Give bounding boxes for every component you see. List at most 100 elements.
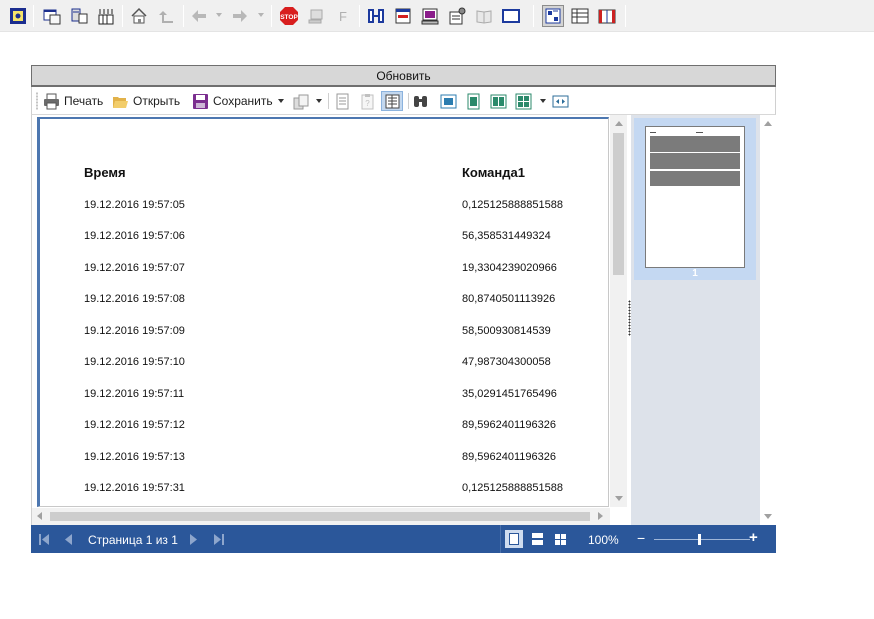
toolbar-separator [408,93,409,109]
scroll-down-icon[interactable] [615,496,623,501]
select-item-icon[interactable] [542,5,564,27]
full-screen-button[interactable] [552,91,569,111]
report-page: Время Команда1 19.12.2016 19:57:05 0,125… [37,117,609,507]
first-page-icon[interactable] [39,534,50,548]
export-dropdown-icon[interactable] [316,99,322,103]
save-label: Сохранить [213,94,273,108]
monitor-icon[interactable] [420,6,440,26]
report-book-icon[interactable] [597,6,617,26]
refresh-button[interactable]: Обновить [31,65,776,87]
book-icon[interactable] [474,6,494,26]
thumbnail-page-preview [645,126,745,268]
properties-icon[interactable] [447,6,467,26]
main-toolbar: STOP F [0,0,874,32]
report-page-area[interactable]: Время Команда1 19.12.2016 19:57:05 0,125… [31,115,628,525]
parameters-button[interactable]: ? [359,91,376,111]
scroll-up-icon[interactable] [615,121,623,126]
horizontal-scroll-thumb[interactable] [50,512,590,521]
print-label: Печать [64,94,104,108]
stop-icon[interactable]: STOP [279,6,299,26]
zoom-slider-track[interactable] [654,539,750,540]
column-header-command1: Команда1 [462,165,525,180]
value-cell: 35,0291451765496 [462,388,557,400]
scroll-right-icon[interactable] [598,512,603,520]
save-disk-icon [192,93,209,110]
continuous-view-button[interactable] [528,530,546,548]
clipboard-icon: ? [359,93,376,110]
function-icon[interactable]: F [333,6,353,26]
horizontal-scrollbar[interactable] [32,508,610,525]
value-cell: 58,500930814539 [462,325,551,337]
find-button[interactable] [412,91,429,111]
open-button[interactable]: Открыть [112,91,180,111]
document-icon [334,93,351,110]
thumbnail-scrollbar[interactable] [760,115,776,525]
status-separator [500,525,501,553]
single-page-button[interactable] [465,91,482,111]
binoculars-icon [412,93,429,110]
value-cell: 80,8740501113926 [462,293,556,305]
toolbar-separator [183,5,184,27]
toolbar-separator [328,93,329,109]
thumb-scroll-down-icon[interactable] [764,514,772,519]
page-view-dropdown-icon[interactable] [540,99,546,103]
view-report-icon[interactable] [8,6,28,26]
single-page-view-button[interactable] [505,530,523,548]
forward-icon[interactable] [230,6,250,26]
open-label: Открыть [133,94,181,108]
toolbar-separator [33,5,34,27]
zoom-in-button[interactable]: + [749,529,758,546]
toolbar-separator [359,5,360,27]
time-cell: 19.12.2016 19:57:06 [84,230,185,242]
column-header-time: Время [84,165,126,180]
last-page-icon[interactable] [214,534,225,548]
form-icon[interactable] [393,6,413,26]
back-dropdown-icon[interactable] [216,13,222,17]
server-icon[interactable] [69,6,89,26]
next-page-icon[interactable] [190,534,198,548]
scroll-left-icon[interactable] [37,512,42,520]
window-frame-icon[interactable] [501,6,521,26]
multiple-pages-button[interactable] [515,91,532,111]
zoom-slider-thumb[interactable] [698,534,701,545]
previous-page-icon[interactable] [65,534,73,548]
print-layout-button[interactable] [381,91,403,111]
svg-text:STOP: STOP [280,14,298,21]
toolbar-grip[interactable] [36,92,38,110]
page-width-button[interactable] [440,91,457,111]
two-pages-button[interactable] [490,91,507,111]
vertical-scrollbar[interactable] [610,115,627,507]
page-indicator: Страница 1 из 1 [88,533,178,547]
grid-list-icon[interactable] [570,6,590,26]
value-cell: 47,987304300058 [462,356,551,368]
vertical-scroll-thumb[interactable] [613,133,624,275]
computer-icon[interactable] [306,6,326,26]
value-cell: 0,125125888851588 [462,482,563,494]
document-map-button[interactable] [334,91,351,111]
forward-dropdown-icon[interactable] [258,13,264,17]
save-button[interactable]: Сохранить [192,91,273,111]
value-cell: 0,125125888851588 [462,199,563,211]
toolbar-separator [122,5,123,27]
time-cell: 19.12.2016 19:57:08 [84,293,185,305]
viewer-toolbar: Печать Открыть Сохранить ? [31,87,776,115]
window-icon[interactable] [42,6,62,26]
split-icon[interactable] [366,6,386,26]
time-cell: 19.12.2016 19:57:10 [84,356,185,368]
export-button[interactable] [293,91,310,111]
time-cell: 19.12.2016 19:57:05 [84,199,185,211]
zoom-level: 100% [588,533,619,547]
page-thumbnail[interactable]: 1 [634,118,756,280]
print-button[interactable]: Печать [43,91,103,111]
columns-icon[interactable] [96,6,116,26]
zoom-out-button[interactable]: − [637,530,645,546]
back-icon[interactable] [189,6,209,26]
thumb-scroll-up-icon[interactable] [764,121,772,126]
save-dropdown-icon[interactable] [278,99,284,103]
home-icon[interactable] [129,6,149,26]
function-label: F [339,8,347,24]
multiple-pages-icon [515,93,532,110]
thumbnail-panel: 1 [631,115,760,525]
up-level-icon[interactable] [156,6,176,26]
multi-page-view-button[interactable] [551,530,569,548]
